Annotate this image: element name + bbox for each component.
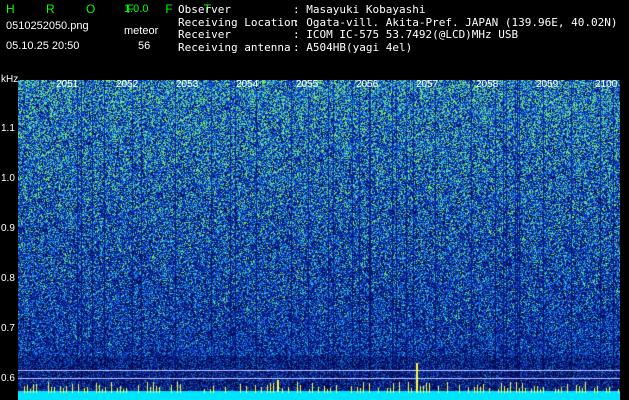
y-tick-label: 0.7: [1, 323, 15, 334]
y-tick-label: 0.8: [1, 273, 15, 284]
x-tick-label: 2052: [116, 79, 139, 90]
y-tick-label: 0.6: [1, 373, 15, 384]
antenna-value: : A504HB(yagi 4el): [293, 40, 413, 54]
x-tick-label: 2054: [236, 79, 259, 90]
file-name: 0510252050.png: [6, 20, 89, 32]
y-tick-label: 0.9: [1, 223, 15, 234]
observer-label: Observer: [178, 3, 231, 16]
antenna-label: Receiving antenna: [178, 40, 291, 54]
x-tick-label: 2056: [356, 79, 379, 90]
x-tick-label: 2055: [296, 79, 319, 90]
x-tick-label: 2057: [416, 79, 439, 90]
mode-label: meteor: [124, 25, 159, 37]
header-panel: H R O F F T 1.0.0 0510252050.png meteor …: [0, 0, 629, 78]
antenna-row: Receiving antenna: A504HB(yagi 4el): [178, 40, 618, 55]
y-tick-label: 1.1: [1, 123, 15, 134]
observer-value: : Masayuki Kobayashi: [293, 3, 426, 16]
app-version: 1.0.0: [124, 3, 149, 15]
timestamp: 05.10.25 20:50: [6, 40, 80, 52]
spectrogram-canvas[interactable]: [18, 80, 620, 400]
x-tick-label: 2100: [595, 79, 618, 90]
meteor-count: 56: [138, 40, 151, 52]
y-tick-label: 1.0: [1, 173, 15, 184]
x-tick-label: 2053: [176, 79, 199, 90]
y-axis-unit: kHz: [1, 74, 19, 85]
x-tick-label: 2059: [536, 79, 559, 90]
station-info: Observer: Masayuki Kobayashi Receiving L…: [178, 3, 618, 55]
x-tick-label: 2058: [476, 79, 499, 90]
location-value: : Ogata-vill. Akita-Pref. JAPAN (139.96E…: [293, 15, 618, 29]
x-tick-label: 2051: [56, 79, 79, 90]
receiver-value: : ICOM IC-575 53.7492(@LCD)MHz USB: [293, 28, 519, 41]
receiver-label: Receiver: [178, 28, 231, 41]
